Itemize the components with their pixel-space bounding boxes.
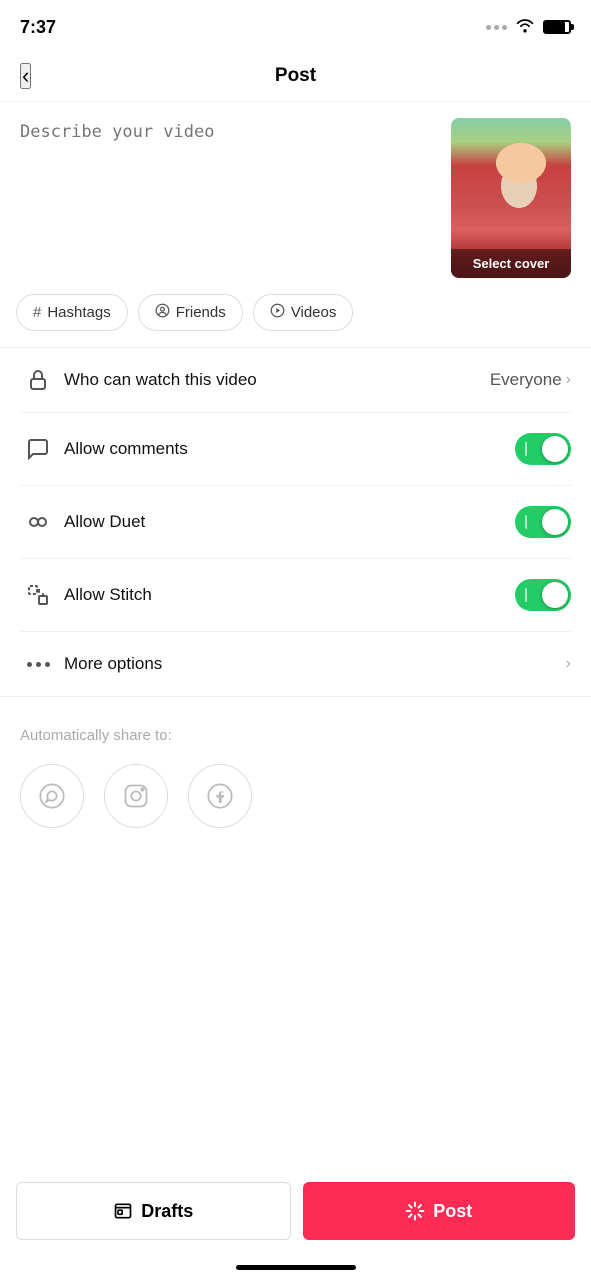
allow-stitch-label: Allow Stitch — [64, 585, 515, 605]
videos-label: Videos — [291, 304, 337, 321]
drafts-button[interactable]: Drafts — [16, 1182, 291, 1240]
page-title: Post — [275, 65, 316, 87]
description-input[interactable] — [20, 118, 439, 278]
allow-duet-label: Allow Duet — [64, 512, 515, 532]
bottom-buttons: Drafts Post — [0, 1182, 591, 1240]
battery-icon — [543, 20, 571, 34]
hashtag-icon: # — [33, 304, 41, 321]
toggle-track-comments — [515, 433, 571, 465]
share-section: Automatically share to: — [0, 697, 591, 848]
share-icons — [20, 764, 571, 828]
videos-button[interactable]: Videos — [253, 294, 354, 331]
toggle-thumb-comments — [542, 436, 568, 462]
status-bar: 7:37 — [0, 0, 591, 50]
hashtags-label: Hashtags — [47, 304, 110, 321]
post-button[interactable]: Post — [303, 1182, 576, 1240]
more-options-row[interactable]: More options › — [0, 632, 591, 697]
friends-button[interactable]: Friends — [138, 294, 243, 331]
status-time: 7:37 — [20, 17, 56, 38]
drafts-label: Drafts — [141, 1201, 193, 1222]
drafts-icon — [113, 1201, 133, 1221]
share-title: Automatically share to: — [20, 727, 571, 744]
signal-icon — [486, 25, 507, 30]
cover-overlay[interactable]: Select cover — [451, 249, 571, 278]
chevron-right-icon: › — [566, 371, 571, 389]
who-can-watch-row[interactable]: Who can watch this video Everyone › — [20, 348, 571, 413]
facebook-share-button[interactable] — [188, 764, 252, 828]
post-label: Post — [433, 1201, 472, 1222]
description-section: Select cover — [0, 102, 591, 294]
home-indicator — [236, 1265, 356, 1270]
toggle-thumb-stitch — [542, 582, 568, 608]
hashtags-button[interactable]: # Hashtags — [16, 294, 128, 331]
allow-stitch-toggle[interactable] — [515, 579, 571, 611]
friends-label: Friends — [176, 304, 226, 321]
who-can-watch-value: Everyone › — [490, 370, 571, 390]
more-options-icon — [20, 662, 56, 667]
allow-stitch-row: Allow Stitch — [20, 559, 571, 632]
toggle-track-stitch — [515, 579, 571, 611]
who-can-watch-label: Who can watch this video — [64, 370, 490, 390]
post-sparkle-icon — [405, 1201, 425, 1221]
allow-duet-row: Allow Duet — [20, 486, 571, 559]
toggle-thumb-duet — [542, 509, 568, 535]
lock-icon — [20, 368, 56, 392]
duet-icon — [20, 510, 56, 534]
allow-duet-toggle[interactable] — [515, 506, 571, 538]
allow-comments-toggle[interactable] — [515, 433, 571, 465]
friends-icon — [155, 303, 170, 322]
back-button[interactable]: ‹ — [20, 63, 31, 89]
status-icons — [486, 17, 571, 38]
whatsapp-share-button[interactable] — [20, 764, 84, 828]
videos-icon — [270, 303, 285, 322]
more-options-label: More options — [64, 654, 566, 674]
stitch-icon — [20, 583, 56, 607]
instagram-share-button[interactable] — [104, 764, 168, 828]
allow-comments-label: Allow comments — [64, 439, 515, 459]
allow-comments-row: Allow comments — [20, 413, 571, 486]
tag-buttons: # Hashtags Friends Videos — [0, 294, 591, 348]
header: ‹ Post — [0, 50, 591, 102]
cover-container[interactable]: Select cover — [451, 118, 571, 278]
toggle-track-duet — [515, 506, 571, 538]
settings-section: Who can watch this video Everyone › Allo… — [0, 348, 591, 632]
comment-icon — [20, 437, 56, 461]
wifi-icon — [515, 17, 535, 38]
more-options-chevron: › — [566, 655, 571, 673]
